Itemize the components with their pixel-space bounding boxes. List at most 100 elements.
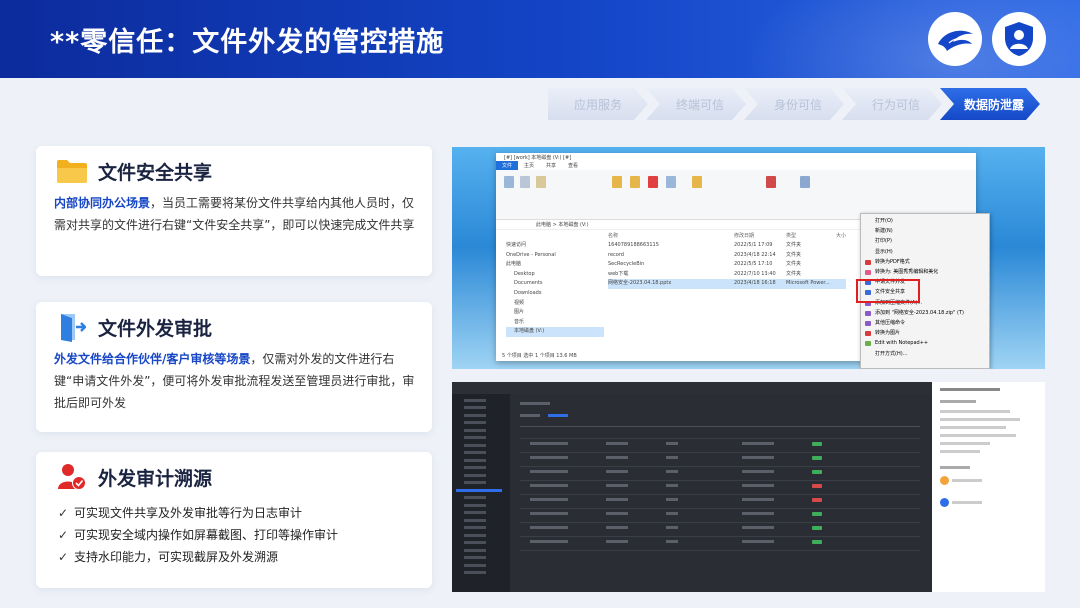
card-title: 外发审计溯源 (98, 467, 213, 490)
menu-item-add-zip[interactable]: 添加到 "网络安全-2023.04.18.zip" (T) (865, 308, 989, 318)
folder-icon (54, 154, 90, 188)
console-sidebar (452, 394, 510, 592)
card-audit-trace: 外发审计溯源 可实现文件共享及外发审批等行为日志审计 可实现安全域内操作如屏幕截… (36, 452, 432, 588)
step-data-leak-prevention: 数据防泄露 (940, 88, 1040, 120)
menu-item-print[interactable]: 打印(P) (875, 236, 989, 246)
highlight-text: 外发文件给合作伙伴/客户审核等场景 (54, 352, 251, 366)
card-outbound-approval: 文件外发审批 外发文件给合作伙伴/客户审核等场景，仅需对外发的文件进行右键“申请… (36, 302, 432, 432)
table-row[interactable] (520, 480, 920, 481)
step-app-service: 应用服务 (548, 88, 648, 120)
list-item: 可实现安全域内操作如屏幕截图、打印等操作审计 (58, 524, 338, 546)
table-row[interactable] (520, 438, 920, 439)
console-heading (520, 402, 550, 405)
avatar (940, 476, 949, 485)
page-title: **零信任：文件外发的管控措施 (50, 27, 445, 58)
move-to-icon[interactable] (612, 176, 622, 188)
file-row[interactable]: record 2023/4/18 22:14 文件夹 (608, 251, 846, 261)
col-type[interactable]: 类型 (786, 232, 796, 239)
file-list: 1640789188663115 2022/5/1 17:09 文件夹 record… (608, 241, 846, 289)
table-row[interactable] (520, 550, 920, 551)
nav-item[interactable]: 本地磁盘 (V:) (506, 327, 604, 337)
card-header: 外发审计溯源 (54, 460, 212, 494)
console-divider (520, 426, 920, 427)
table-row[interactable] (520, 452, 920, 453)
copy-icon[interactable] (520, 176, 530, 188)
step-progress: 应用服务 终端可信 身份可信 行为可信 数据防泄露 (548, 88, 1040, 120)
list-item: 可实现文件共享及外发审批等行为日志审计 (58, 502, 338, 524)
card-description: 内部协同办公场景，当员工需要将某份文件共享给内其他人员时，仅需对共享的文件进行右… (54, 192, 416, 236)
nav-item[interactable]: 图片 (506, 308, 604, 318)
nav-item[interactable]: Documents (506, 279, 604, 289)
copy-to-icon[interactable] (630, 176, 640, 188)
feature-list: 可实现文件共享及外发审批等行为日志审计 可实现安全域内操作如屏幕截图、打印等操作… (58, 502, 338, 568)
col-name[interactable]: 名称 (608, 233, 618, 239)
tab-share[interactable]: 共享 (540, 161, 562, 170)
menu-item-show[interactable]: 显示(H) (875, 247, 989, 257)
delete-icon[interactable] (648, 176, 658, 188)
highlight-text: 内部协同办公场景 (54, 196, 151, 210)
table-row[interactable] (520, 466, 920, 467)
pin-icon[interactable] (504, 176, 514, 188)
table-row[interactable] (520, 508, 920, 509)
step-endpoint-trust: 终端可信 (646, 88, 746, 120)
console-topbar (452, 382, 932, 394)
tab-file[interactable]: 文件 (496, 161, 519, 170)
paste-icon[interactable] (536, 176, 546, 188)
card-secure-sharing: 文件安全共享 内部协同办公场景，当员工需要将某份文件共享给内其他人员时，仅需对共… (36, 146, 432, 276)
card-title: 文件外发审批 (98, 317, 213, 340)
col-date[interactable]: 修改日期 (734, 232, 754, 239)
select-all-icon[interactable] (800, 176, 810, 188)
file-row[interactable]: web下载 2022/7/10 13:40 文件夹 (608, 270, 846, 280)
new-folder-icon[interactable] (692, 176, 702, 188)
menu-item-open-with[interactable]: 打开方式(H)... (875, 349, 989, 359)
menu-item-to-image[interactable]: 转换为图片 (865, 328, 989, 338)
col-size[interactable]: 大小 (836, 232, 846, 239)
avatar (940, 498, 949, 507)
door-exit-icon (54, 310, 90, 344)
rename-icon[interactable] (666, 176, 676, 188)
menu-item-more-compress[interactable]: 其他压缩命令 (865, 318, 989, 328)
explorer-screenshot: [#] [work] 本地磁盘 (V:) [#] 文件 主页 共享 查看 此电脑… (452, 147, 1045, 369)
ribbon-tabs: 文件 主页 共享 查看 (496, 161, 976, 170)
admin-console-screenshot (452, 382, 1045, 592)
table-row[interactable] (520, 494, 920, 495)
properties-icon[interactable] (766, 176, 776, 188)
card-header: 文件安全共享 (54, 154, 212, 188)
navigation-pane: 快速访问 OneDrive - Personal 此电脑 Desktop Doc… (498, 241, 604, 337)
highlight-box (856, 279, 920, 303)
table-row[interactable] (520, 522, 920, 523)
file-row[interactable]: SecRecycleBin 2022/5/5 17:10 文件夹 (608, 260, 846, 270)
nav-item[interactable]: Desktop (506, 270, 604, 280)
step-behavior-trust: 行为可信 (842, 88, 942, 120)
detail-panel (932, 382, 1045, 592)
menu-item-meitu[interactable]: 转换为: 美图秀秀编辑和美化 (865, 267, 989, 277)
window-title: [#] [work] 本地磁盘 (V:) [#] (496, 153, 976, 161)
header-bar: **零信任：文件外发的管控措施 (0, 0, 1080, 78)
nav-item[interactable]: Downloads (506, 289, 604, 299)
nav-item[interactable]: 此电脑 (506, 260, 604, 270)
card-title: 文件安全共享 (98, 161, 213, 184)
menu-item-open[interactable]: 打开(O) (875, 216, 989, 226)
user-audit-icon (54, 460, 90, 494)
tab-view[interactable]: 查看 (562, 161, 584, 170)
table-row[interactable] (520, 536, 920, 537)
step-identity-trust: 身份可信 (744, 88, 844, 120)
menu-item-to-pdf[interactable]: 转换为PDF格式 (865, 257, 989, 267)
console-tab-active[interactable] (548, 414, 568, 417)
eagle-logo-icon (928, 12, 982, 66)
column-headers: 名称 修改日期 类型 大小 (608, 232, 858, 239)
tab-home[interactable]: 主页 (518, 161, 540, 170)
console-main (510, 394, 932, 592)
card-description: 外发文件给合作伙伴/客户审核等场景，仅需对外发的文件进行右键“申请文件外发”，便… (54, 348, 416, 414)
nav-item[interactable]: 快速访问 (506, 241, 604, 251)
menu-item-notepadpp[interactable]: Edit with Notepad++ (865, 338, 989, 348)
console-tab[interactable] (520, 414, 540, 417)
shield-logo-icon (992, 12, 1046, 66)
nav-item[interactable]: 视频 (506, 299, 604, 309)
status-bar: 5 个项目 选中 1 个项目 13.6 MB (502, 353, 577, 359)
nav-item[interactable]: 音乐 (506, 318, 604, 328)
file-row[interactable]: 1640789188663115 2022/5/1 17:09 文件夹 (608, 241, 846, 251)
nav-item[interactable]: OneDrive - Personal (506, 251, 604, 261)
file-row-selected[interactable]: 网络安全-2023.04.18.pptx 2023/4/18 16:18 Micro… (608, 279, 846, 289)
menu-item-new[interactable]: 新建(N) (875, 226, 989, 236)
